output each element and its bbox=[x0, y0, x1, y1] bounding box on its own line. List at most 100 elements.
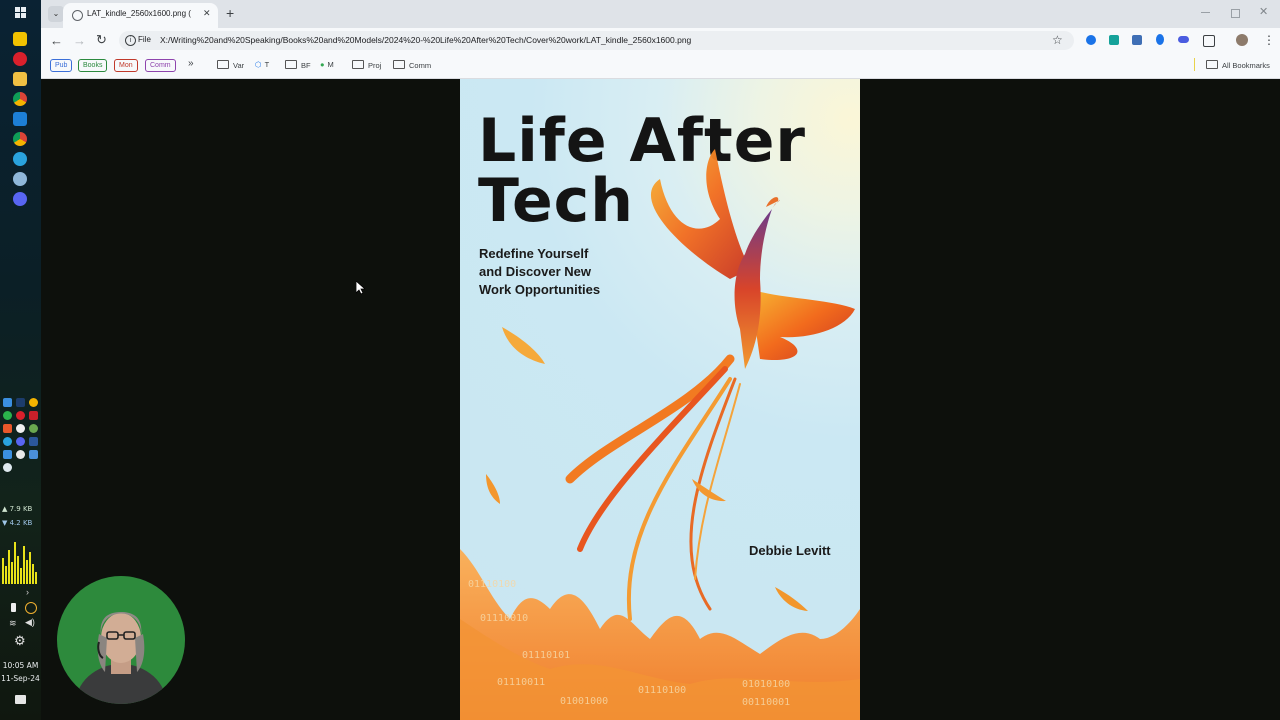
tray-app-icon[interactable] bbox=[3, 424, 12, 433]
bookmark-label: Comm bbox=[409, 61, 432, 70]
bookmark-pill-pub[interactable]: Pub bbox=[50, 59, 73, 72]
link-extension-icon[interactable] bbox=[1178, 36, 1189, 43]
presenter-video bbox=[75, 612, 167, 704]
tray-windows-icon[interactable] bbox=[3, 450, 12, 459]
chrome-icon[interactable] bbox=[13, 92, 27, 106]
bookmark-folder-var[interactable]: Var bbox=[217, 60, 244, 70]
close-window-button[interactable]: ✕ bbox=[1259, 5, 1268, 18]
bookmark-pill-mon[interactable]: Mon bbox=[114, 59, 138, 72]
tray-acrobat-icon[interactable] bbox=[29, 411, 38, 420]
new-tab-button[interactable]: + bbox=[226, 5, 234, 21]
restore-button[interactable] bbox=[1231, 9, 1240, 18]
tray-app-icon[interactable] bbox=[16, 424, 25, 433]
chrome-profile-icon[interactable] bbox=[13, 132, 27, 146]
extensions-puzzle-icon[interactable] bbox=[1203, 35, 1215, 47]
notifications-icon[interactable] bbox=[15, 695, 26, 704]
file-scheme-label: File bbox=[138, 35, 151, 44]
download-speed: ▼ 4.2 KB bbox=[2, 519, 33, 527]
url-text[interactable]: X:/Writing%20and%20Speaking/Books%20and%… bbox=[160, 35, 691, 45]
info-icon[interactable]: i bbox=[125, 35, 136, 46]
settings-gear-icon[interactable]: ⚙ bbox=[14, 633, 26, 649]
droplet-extension-icon[interactable] bbox=[1156, 34, 1164, 45]
menu-kebab-icon[interactable]: ⋮ bbox=[1263, 33, 1275, 47]
all-bookmarks-button[interactable]: All Bookmarks bbox=[1206, 60, 1270, 70]
upload-speed: ▲ 7.9 KB bbox=[2, 505, 33, 513]
forward-arrow-icon[interactable]: → bbox=[73, 33, 86, 48]
bookmark-star-icon[interactable]: ☆ bbox=[1052, 33, 1063, 47]
binary-code-text: 01001000 bbox=[560, 696, 609, 707]
file-explorer-icon[interactable] bbox=[13, 72, 27, 86]
map-pin-icon: ● bbox=[320, 60, 325, 69]
tab-title: LAT_kindle_2560x1600.png (16 bbox=[87, 9, 191, 18]
bookmark-folder-bf[interactable]: BF bbox=[285, 60, 311, 70]
back-arrow-icon[interactable]: ← bbox=[50, 33, 63, 48]
tray-help-icon[interactable] bbox=[16, 450, 25, 459]
tray-discord-icon[interactable] bbox=[16, 437, 25, 446]
bookmarks-divider bbox=[1194, 58, 1195, 71]
bookmark-label: M bbox=[327, 60, 334, 69]
binary-code-text: 01110101 bbox=[522, 650, 571, 661]
chevron-right-icon[interactable]: › bbox=[26, 587, 29, 597]
bookmarks-bar: Pub Books Mon Comm » Var ⬡ T BF ● M Proj C… bbox=[41, 53, 1280, 79]
tab-active[interactable]: LAT_kindle_2560x1600.png (16 ✕ bbox=[63, 3, 218, 28]
binary-code-text: 00110001 bbox=[742, 697, 791, 708]
tray-app-icon[interactable] bbox=[3, 411, 12, 420]
password-manager-icon[interactable] bbox=[1086, 35, 1096, 45]
address-bar[interactable]: i File X:/Writing%20and%20Speaking/Books… bbox=[119, 31, 1074, 50]
bookmark-label: Proj bbox=[368, 61, 382, 70]
outlook-icon[interactable] bbox=[13, 112, 27, 126]
tray-app-icon[interactable] bbox=[29, 450, 38, 459]
tray-chrome-icon[interactable] bbox=[29, 398, 38, 407]
tray-opera-icon[interactable] bbox=[16, 411, 25, 420]
folder-icon bbox=[217, 60, 229, 69]
bookmark-label: Var bbox=[233, 61, 245, 70]
binary-code-text: 01110100 bbox=[468, 579, 517, 590]
notes-app-icon[interactable] bbox=[13, 32, 27, 46]
webcam-overlay bbox=[57, 576, 185, 704]
bookmark-folder-proj[interactable]: Proj bbox=[352, 60, 381, 70]
bookmarks-overflow-button[interactable]: » bbox=[188, 58, 194, 69]
tab-search-button[interactable]: ⌄ bbox=[48, 6, 64, 22]
screenshot-extension-icon[interactable] bbox=[1132, 35, 1142, 45]
tray-word-icon[interactable] bbox=[29, 437, 38, 446]
bookmark-t[interactable]: ⬡ T bbox=[255, 60, 269, 69]
volume-icon[interactable]: ◀) bbox=[25, 617, 35, 628]
folder-icon bbox=[285, 60, 297, 69]
bookmark-folder-comm[interactable]: Comm bbox=[393, 60, 431, 70]
bookmark-label: T bbox=[264, 60, 270, 69]
globe-icon bbox=[72, 10, 83, 21]
opera-icon[interactable] bbox=[13, 52, 27, 66]
tray-telegram-icon[interactable] bbox=[3, 437, 12, 446]
sync-icon[interactable] bbox=[25, 602, 37, 614]
taskbar: ▲ 7.9 KB ▼ 4.2 KB › ≋ ◀) ⚙ 10:05 AM 11-S… bbox=[0, 0, 41, 720]
browser-icon[interactable] bbox=[13, 172, 27, 186]
binary-code-text: 01110010 bbox=[480, 613, 529, 624]
profile-avatar[interactable] bbox=[1236, 34, 1248, 46]
all-bookmarks-label: All Bookmarks bbox=[1222, 61, 1270, 70]
bookmark-pill-books[interactable]: Books bbox=[78, 59, 108, 72]
cube-icon: ⬡ bbox=[255, 60, 262, 69]
tray-app-icon[interactable] bbox=[3, 398, 12, 407]
tray-app-icon[interactable] bbox=[29, 424, 38, 433]
telegram-icon[interactable] bbox=[13, 152, 27, 166]
minimize-button[interactable] bbox=[1201, 12, 1210, 13]
discord-icon[interactable] bbox=[13, 192, 27, 206]
reload-icon[interactable]: ↻ bbox=[96, 32, 107, 48]
wifi-icon[interactable]: ≋ bbox=[9, 618, 17, 629]
mouse-cursor-icon bbox=[356, 281, 365, 295]
tray-app-icon[interactable] bbox=[16, 398, 25, 407]
clock-time[interactable]: 10:05 AM bbox=[0, 661, 41, 670]
bookmark-pill-comm[interactable]: Comm bbox=[145, 59, 176, 72]
bookmark-m[interactable]: ● M bbox=[320, 60, 334, 69]
binary-code-text: 01110100 bbox=[638, 685, 687, 696]
windows-start-icon[interactable] bbox=[15, 5, 26, 18]
close-tab-icon[interactable]: ✕ bbox=[203, 8, 211, 19]
folder-icon bbox=[393, 60, 405, 69]
folder-icon bbox=[1206, 60, 1218, 69]
tray-app-icon[interactable] bbox=[3, 463, 12, 472]
grammar-extension-icon[interactable] bbox=[1109, 35, 1119, 45]
folder-icon bbox=[352, 60, 364, 69]
battery-icon[interactable] bbox=[11, 603, 16, 612]
bookmark-label: BF bbox=[301, 61, 311, 70]
clock-date[interactable]: 11-Sep-24 bbox=[0, 674, 41, 683]
